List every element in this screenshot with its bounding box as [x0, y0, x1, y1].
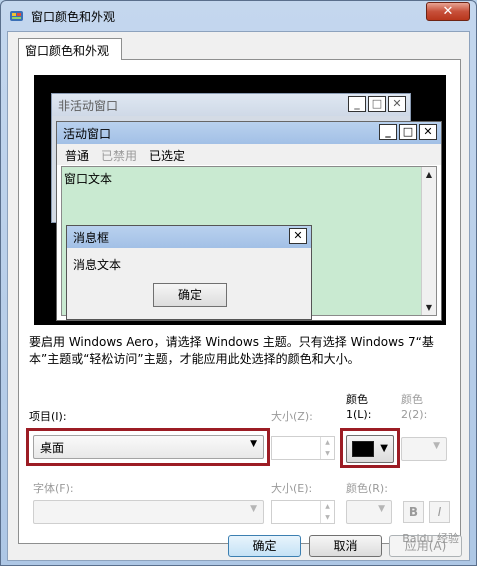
- dialog-client-area: 窗口颜色和外观 非活动窗口 _ □ ✕ 活动窗口 _ □ ✕ 普通 已禁用 已选…: [7, 31, 470, 561]
- menu-disabled: 已禁用: [101, 149, 138, 163]
- color1-swatch: [352, 441, 374, 457]
- appearance-preview[interactable]: 非活动窗口 _ □ ✕ 活动窗口 _ □ ✕ 普通 已禁用 已选定 窗口文本 ▲…: [34, 75, 446, 325]
- color2-button[interactable]: ▼: [401, 437, 447, 461]
- spin-down-icon: ▼: [320, 512, 334, 523]
- preview-ok-button: 确定: [153, 283, 227, 307]
- item-select[interactable]: 桌面 ▼: [33, 435, 264, 459]
- size1-label: 大小(Z):: [271, 410, 313, 423]
- size2-label: 大小(E):: [271, 482, 313, 495]
- bold-button[interactable]: B: [403, 501, 424, 523]
- watermark: Baidu 经验: [402, 532, 459, 545]
- minimize-icon: _: [379, 124, 397, 140]
- chevron-down-icon: ▼: [433, 441, 440, 451]
- tab-panel: 非活动窗口 _ □ ✕ 活动窗口 _ □ ✕ 普通 已禁用 已选定 窗口文本 ▲…: [18, 59, 461, 544]
- preview-active-title: 活动窗口 _ □ ✕: [57, 122, 441, 144]
- maximize-icon: □: [368, 96, 386, 112]
- msgbox-caption-buttons: ✕: [289, 228, 307, 244]
- item-select-value: 桌面: [40, 441, 65, 455]
- italic-button[interactable]: I: [429, 501, 450, 523]
- item-label: 项目(I):: [29, 410, 67, 423]
- close-button[interactable]: ✕: [426, 2, 470, 21]
- spin-down-icon: ▼: [320, 448, 334, 459]
- chevron-down-icon: ▼: [378, 504, 385, 514]
- msgbox-text: 消息文本: [73, 258, 122, 272]
- color1-button[interactable]: ▼: [346, 435, 394, 463]
- active-caption-buttons: _ □ ✕: [379, 124, 437, 140]
- paint-palette-icon: [10, 11, 23, 21]
- color2-label-line2: 2(2):: [401, 408, 428, 421]
- chevron-down-icon: ▼: [250, 504, 257, 514]
- cancel-button[interactable]: 取消: [309, 535, 382, 557]
- minimize-icon: _: [348, 96, 366, 112]
- spin-up-icon: ▲: [320, 501, 334, 512]
- active-title-text: 活动窗口: [63, 127, 112, 141]
- title-bar[interactable]: 窗口颜色和外观 ✕: [1, 1, 476, 31]
- tab-window-color[interactable]: 窗口颜色和外观: [18, 38, 122, 60]
- color1-label-line1: 颜色: [346, 393, 368, 406]
- size2-stepper[interactable]: ▲ ▼: [271, 500, 335, 524]
- chevron-down-icon: ▼: [380, 443, 388, 454]
- scroll-up-icon: ▲: [425, 170, 433, 179]
- preview-msgbox-title: 消息框 ✕: [67, 226, 311, 248]
- color1-label-line2: 1(L):: [346, 408, 372, 421]
- font-color-label: 颜色(R):: [346, 482, 388, 495]
- window-title: 窗口颜色和外观: [31, 10, 116, 24]
- msgbox-title-text: 消息框: [73, 231, 110, 245]
- ok-button[interactable]: 确定: [228, 535, 301, 557]
- preview-scrollbar: ▲ ▼: [421, 167, 436, 315]
- spin-up-icon: ▲: [320, 437, 334, 448]
- color2-label-line1: 颜色: [401, 393, 423, 406]
- preview-menu-bar: 普通 已禁用 已选定: [57, 144, 441, 165]
- preview-inactive-title: 非活动窗口 _ □ ✕: [52, 94, 410, 116]
- font-color-button[interactable]: ▼: [346, 500, 392, 524]
- scroll-down-icon: ▼: [425, 303, 433, 312]
- inactive-caption-buttons: _ □ ✕: [348, 96, 406, 112]
- menu-normal: 普通: [65, 149, 90, 163]
- close-icon: ✕: [289, 228, 307, 244]
- close-icon: ✕: [388, 96, 406, 112]
- font-label: 字体(F):: [33, 482, 74, 495]
- font-select[interactable]: ▼: [33, 500, 264, 524]
- dialog-window: 窗口颜色和外观 ✕ 窗口颜色和外观 非活动窗口 _ □ ✕ 活动窗口 _ □ ✕…: [0, 0, 477, 566]
- menu-selected: 已选定: [149, 149, 186, 163]
- maximize-icon: □: [399, 124, 417, 140]
- close-icon: ✕: [442, 4, 454, 19]
- aero-description: 要启用 Windows Aero，请选择 Windows 主题。只有选择 Win…: [29, 335, 434, 366]
- preview-message-box: 消息框 ✕ 消息文本 确定: [66, 225, 312, 320]
- inactive-title-text: 非活动窗口: [58, 99, 119, 113]
- chevron-down-icon: ▼: [250, 439, 257, 449]
- window-text-label: 窗口文本: [64, 172, 113, 186]
- close-icon: ✕: [419, 124, 437, 140]
- size1-stepper[interactable]: ▲ ▼: [271, 436, 335, 460]
